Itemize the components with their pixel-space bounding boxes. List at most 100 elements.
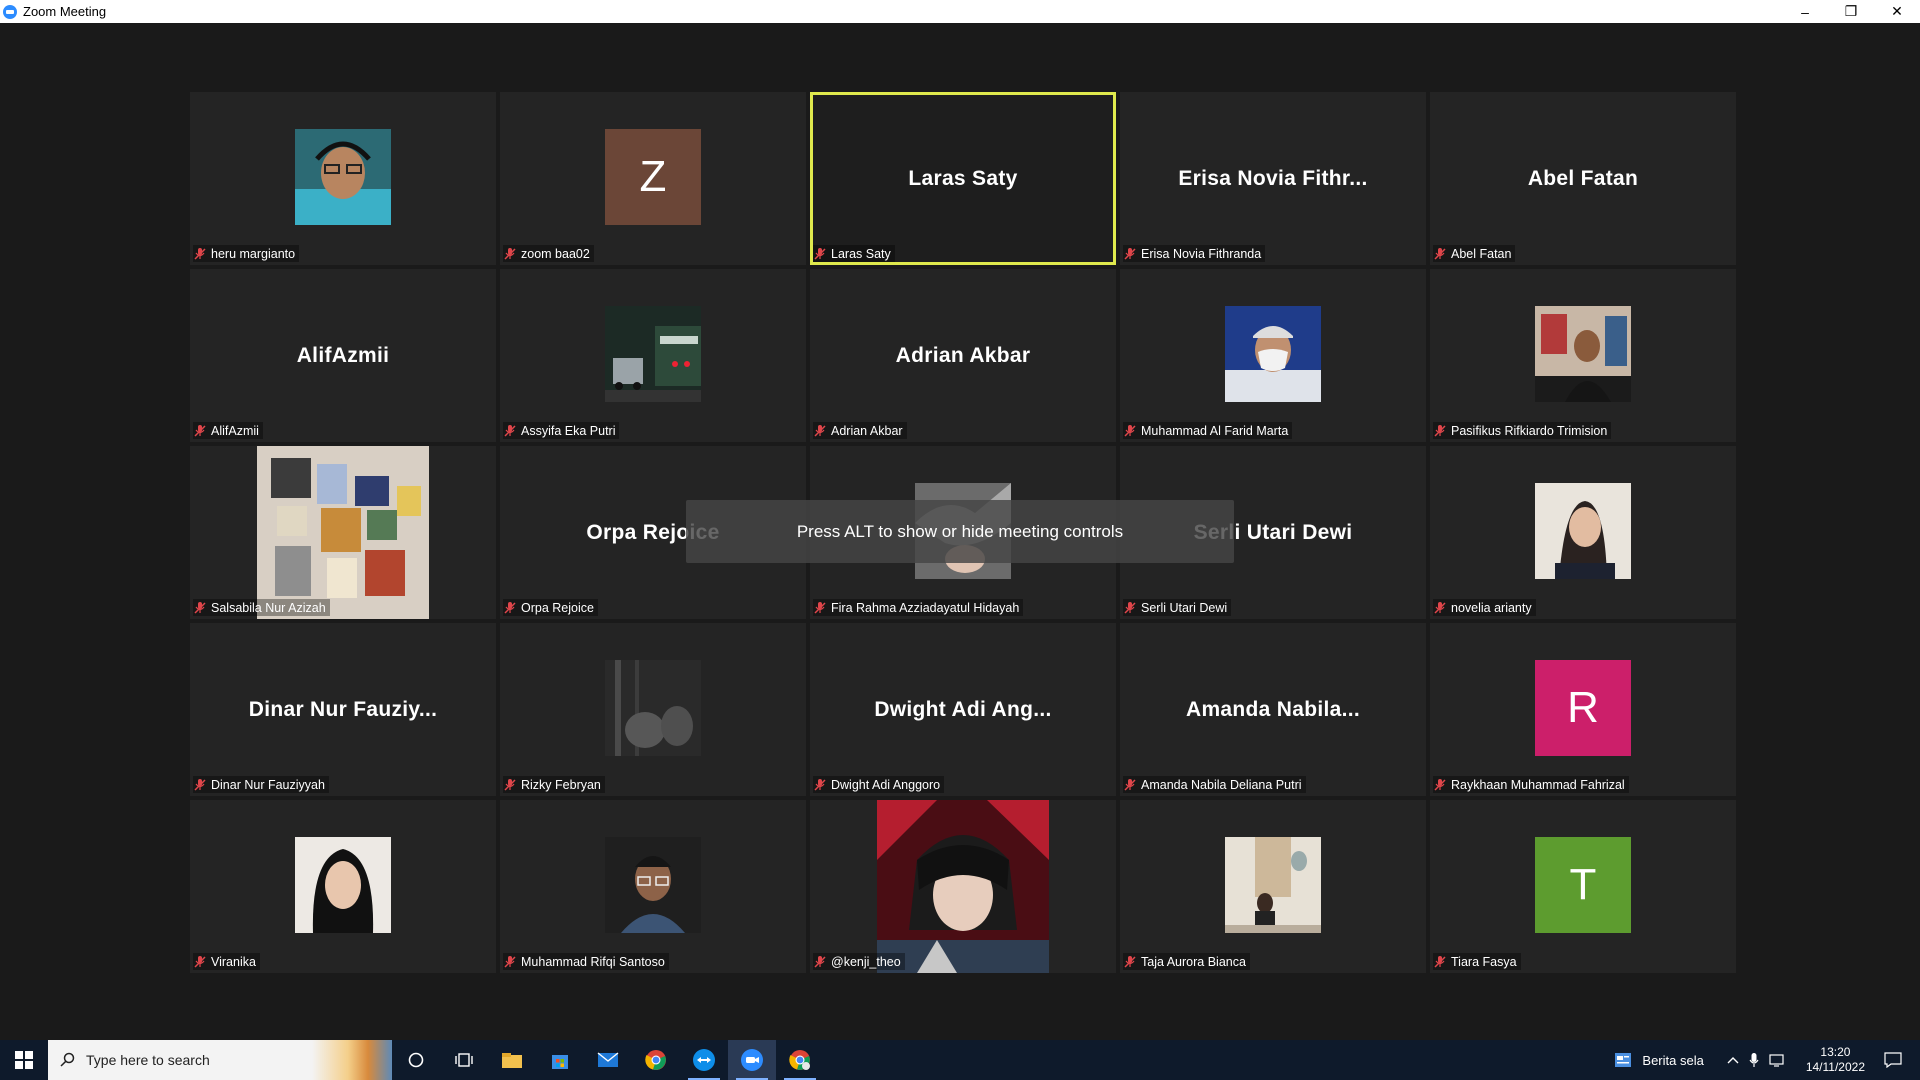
participant-tile[interactable]: novelia arianty	[1430, 446, 1736, 619]
participant-tile[interactable]: Abel Fatan Abel Fatan	[1430, 92, 1736, 265]
participant-name-label: Amanda Nabila Deliana Putri	[1141, 777, 1302, 792]
muted-mic-icon	[193, 601, 207, 615]
participant-tile[interactable]: Salsabila Nur Azizah	[190, 446, 496, 619]
participant-name-label: novelia arianty	[1451, 600, 1532, 615]
mail-icon[interactable]	[584, 1040, 632, 1080]
participant-name-bar: Erisa Novia Fithranda	[1123, 245, 1266, 262]
participant-name-bar: @kenji_theo	[813, 953, 905, 970]
participant-tile[interactable]: Amanda Nabila... Amanda Nabila Deliana Pu…	[1120, 623, 1426, 796]
participant-name-bar: Muhammad Rifqi Santoso	[503, 953, 669, 970]
muted-mic-icon	[193, 247, 207, 261]
participant-name-label: Salsabila Nur Azizah	[211, 600, 326, 615]
participant-name-bar: Assyifa Eka Putri	[503, 422, 620, 439]
muted-mic-icon	[503, 247, 517, 261]
participant-name-bar: Salsabila Nur Azizah	[193, 599, 330, 616]
participant-tile[interactable]: Viranika	[190, 800, 496, 973]
participant-display-name: Erisa Novia Fithr...	[1178, 166, 1368, 190]
muted-mic-icon	[1123, 247, 1137, 261]
chrome-icon[interactable]	[632, 1040, 680, 1080]
participant-tile[interactable]: @kenji_theo	[810, 800, 1116, 973]
news-widget[interactable]: Berita sela	[1614, 1052, 1704, 1068]
news-label: Berita sela	[1642, 1052, 1704, 1068]
muted-mic-icon	[1123, 424, 1137, 438]
clock[interactable]: 13:20 14/11/2022	[1806, 1045, 1865, 1075]
store-icon[interactable]	[536, 1040, 584, 1080]
participant-name-bar: Serli Utari Dewi	[1123, 599, 1232, 616]
participant-name-bar: novelia arianty	[1433, 599, 1536, 616]
participant-name-label: AlifAzmii	[211, 423, 259, 438]
muted-mic-icon	[813, 955, 827, 969]
participant-tile[interactable]: Pasifikus Rifkiardo Trimision	[1430, 269, 1736, 442]
participant-video	[605, 660, 701, 756]
participant-display-name: AlifAzmii	[296, 343, 390, 367]
participant-tile[interactable]: Muhammad Rifqi Santoso	[500, 800, 806, 973]
taskbar-search-box[interactable]: Type here to search	[48, 1040, 392, 1080]
participant-tile[interactable]: Dinar Nur Fauziy... Dinar Nur Fauziyyah	[190, 623, 496, 796]
muted-mic-icon	[1433, 247, 1447, 261]
search-placeholder: Type here to search	[86, 1052, 210, 1068]
participant-name-bar: zoom baa02	[503, 245, 594, 262]
participant-name-bar: Pasifikus Rifkiardo Trimision	[1433, 422, 1612, 439]
teamviewer-icon[interactable]	[680, 1040, 728, 1080]
system-tray: Berita sela 13:20 14/11/2022	[1614, 1040, 1920, 1080]
participant-tile[interactable]: Laras Saty Laras Saty	[810, 92, 1116, 265]
muted-mic-icon	[1433, 955, 1447, 969]
participant-tile[interactable]: Muhammad Al Farid Marta	[1120, 269, 1426, 442]
participant-tile[interactable]: AlifAzmii AlifAzmii	[190, 269, 496, 442]
participant-tile[interactable]: Assyifa Eka Putri	[500, 269, 806, 442]
file-explorer-icon[interactable]	[488, 1040, 536, 1080]
chevron-up-icon[interactable]	[1727, 1056, 1739, 1064]
participant-video	[295, 129, 391, 225]
muted-mic-icon	[1123, 601, 1137, 615]
participant-name-bar: Rizky Febryan	[503, 776, 605, 793]
participant-name-bar: Taja Aurora Bianca	[1123, 953, 1250, 970]
participant-display-name: Abel Fatan	[1527, 166, 1639, 190]
participant-video	[1225, 837, 1321, 933]
participant-tile[interactable]: R Raykhaan Muhammad Fahrizal	[1430, 623, 1736, 796]
participant-name-bar: AlifAzmii	[193, 422, 263, 439]
muted-mic-icon	[503, 955, 517, 969]
network-icon[interactable]	[1769, 1053, 1787, 1067]
participant-tile[interactable]: Taja Aurora Bianca	[1120, 800, 1426, 973]
participant-tile[interactable]: Adrian Akbar Adrian Akbar	[810, 269, 1116, 442]
participant-initial-avatar: T	[1535, 837, 1631, 933]
start-button[interactable]	[0, 1040, 48, 1080]
participant-tile[interactable]: T Tiara Fasya	[1430, 800, 1736, 973]
participant-name-label: heru margianto	[211, 246, 296, 261]
clock-time: 13:20	[1820, 1045, 1851, 1059]
participant-tile[interactable]: heru margianto	[190, 92, 496, 265]
participant-name-label: Adrian Akbar	[831, 423, 903, 438]
participant-name-bar: Dwight Adi Anggoro	[813, 776, 945, 793]
participant-video	[1535, 306, 1631, 402]
microphone-icon[interactable]	[1749, 1052, 1759, 1068]
windows-taskbar: Type here to search Berita sela 13:20 14…	[0, 1040, 1920, 1080]
participant-video	[1225, 306, 1321, 402]
muted-mic-icon	[193, 424, 207, 438]
participant-tile[interactable]: Erisa Novia Fithr... Erisa Novia Fithrand…	[1120, 92, 1426, 265]
participant-name-label: Raykhaan Muhammad Fahrizal	[1451, 777, 1625, 792]
participant-video	[605, 306, 701, 402]
notifications-icon[interactable]	[1884, 1052, 1902, 1068]
participant-name-label: @kenji_theo	[831, 954, 901, 969]
zoom-taskbar-icon[interactable]	[728, 1040, 776, 1080]
muted-mic-icon	[1123, 778, 1137, 792]
participant-video	[1535, 483, 1631, 579]
task-view-icon[interactable]	[440, 1040, 488, 1080]
participant-tile[interactable]: Rizky Febryan	[500, 623, 806, 796]
participant-name-label: Erisa Novia Fithranda	[1141, 246, 1262, 261]
muted-mic-icon	[503, 778, 517, 792]
muted-mic-icon	[1123, 955, 1137, 969]
participant-name-label: Taja Aurora Bianca	[1141, 954, 1246, 969]
participant-name-label: Viranika	[211, 954, 256, 969]
participant-name-label: Serli Utari Dewi	[1141, 600, 1228, 615]
participant-name-label: Muhammad Rifqi Santoso	[521, 954, 665, 969]
muted-mic-icon	[813, 424, 827, 438]
participant-name-label: Pasifikus Rifkiardo Trimision	[1451, 423, 1608, 438]
participant-tile[interactable]: Dwight Adi Ang... Dwight Adi Anggoro	[810, 623, 1116, 796]
cortana-icon[interactable]	[392, 1040, 440, 1080]
muted-mic-icon	[193, 955, 207, 969]
participant-name-bar: Amanda Nabila Deliana Putri	[1123, 776, 1306, 793]
chrome-alt-icon[interactable]	[776, 1040, 824, 1080]
participant-tile[interactable]: Zzoom baa02	[500, 92, 806, 265]
participant-name-label: Dinar Nur Fauziyyah	[211, 777, 325, 792]
